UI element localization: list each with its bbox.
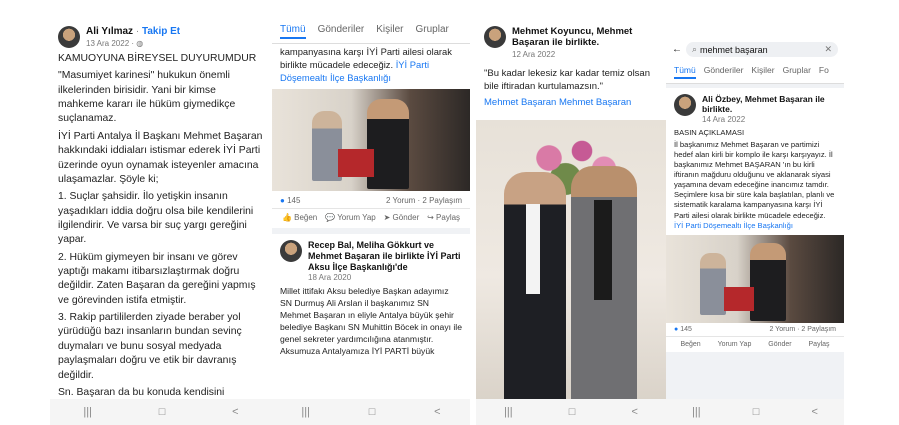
comments-shares[interactable]: 2 Yorum · 2 Paylaşım: [769, 326, 836, 333]
tab-all[interactable]: Tümü: [280, 24, 306, 39]
author-name[interactable]: Ali Özbey, Mehmet Başaran ile birlikte.: [702, 94, 836, 114]
home-icon[interactable]: □: [753, 406, 760, 418]
tab-people[interactable]: Kişiler: [751, 65, 774, 79]
home-icon[interactable]: □: [369, 406, 376, 418]
paragraph: KAMUOYUNA BİREYSEL DUYURUMDUR: [58, 53, 257, 64]
tab-groups[interactable]: Gruplar: [416, 24, 449, 39]
recents-icon[interactable]: |||: [83, 406, 92, 418]
search-tabs: Tümü Gönderiler Kişiler Gruplar: [272, 20, 470, 44]
post-photo-handshake[interactable]: [272, 88, 470, 191]
clear-icon[interactable]: ✕: [824, 44, 832, 55]
comment-button[interactable]: Yorum Yap: [718, 341, 752, 348]
page-link[interactable]: İYİ Parti Döşemealtı İlçe Başkanlığı: [674, 221, 793, 230]
panel-koyuncu-post: Mehmet Koyuncu, Mehmet Başaran ile birli…: [476, 20, 666, 425]
avatar[interactable]: [58, 26, 80, 48]
tab-photos[interactable]: Fo: [819, 65, 829, 79]
tab-all[interactable]: Tümü: [674, 65, 696, 79]
like-button[interactable]: 👍 Beğen: [282, 213, 317, 222]
tab-people[interactable]: Kişiler: [376, 24, 403, 39]
share-button[interactable]: ↪ Paylaş: [427, 213, 460, 222]
reaction-counts: ● 145 2 Yorum · 2 Paylaşım: [666, 323, 844, 336]
home-icon[interactable]: □: [569, 406, 576, 418]
tab-groups[interactable]: Gruplar: [783, 65, 811, 79]
android-navbar: ||| □ <: [476, 399, 666, 425]
paragraph: "Masumiyet karinesi" hukukun önemli ilke…: [58, 70, 236, 125]
send-button[interactable]: Gönder: [768, 341, 791, 348]
author-name[interactable]: Recep Bal, Meliha Gökkurt ve Mehmet Başa…: [308, 240, 462, 272]
home-icon[interactable]: □: [159, 406, 166, 418]
post-heading: BASIN AÇIKLAMASI: [674, 128, 745, 138]
post-date[interactable]: 13 Ara 2022: [86, 39, 129, 48]
avatar[interactable]: [484, 26, 506, 48]
reaction-counts: ● 145 2 Yorum · 2 Paylaşım: [272, 193, 470, 208]
panel-ali-yilmaz-post: Ali Yılmaz · Takip Et 13 Ara 2022 · ◍ KA…: [50, 20, 272, 425]
paragraph: 2. Hüküm giymeyen bir insanı ve görev ya…: [58, 251, 256, 306]
search-icon: ⌕: [692, 44, 698, 54]
android-navbar: ||| □ <: [272, 399, 470, 425]
post-date[interactable]: 18 Ara 2020: [308, 273, 351, 282]
back-arrow-icon[interactable]: ←: [672, 44, 682, 55]
comments-shares[interactable]: 2 Yorum · 2 Paylaşım: [386, 196, 462, 205]
globe-icon: ◍: [136, 39, 144, 48]
follow-button[interactable]: Takip Et: [142, 26, 180, 37]
like-reaction-icon: ●: [280, 195, 285, 205]
post-text: İl başkanımız Mehmet Başaran ve partimiz…: [674, 140, 835, 220]
android-navbar: ||| □ <: [666, 399, 844, 425]
post-photo-two-men[interactable]: [476, 120, 666, 405]
post-card-aksu: Recep Bal, Meliha Gökkurt ve Mehmet Başa…: [272, 233, 470, 404]
avatar[interactable]: [674, 94, 696, 116]
recents-icon[interactable]: |||: [692, 406, 701, 418]
like-button[interactable]: Beğen: [680, 341, 700, 348]
like-reaction-icon: ●: [674, 325, 679, 333]
author-name[interactable]: Mehmet Koyuncu, Mehmet Başaran ile birli…: [512, 26, 658, 49]
author-name[interactable]: Ali Yılmaz: [86, 26, 133, 37]
post-actions: 👍 Beğen 💬 Yorum Yap ➤ Gönder ↪ Paylaş: [272, 207, 470, 226]
post-photo-handshake[interactable]: [666, 234, 844, 323]
tag-links[interactable]: Mehmet Başaran Mehmet Başaran: [484, 96, 658, 109]
paragraph: İYİ Parti Antalya İl Başkanı Mehmet Başa…: [58, 130, 263, 185]
panel-search-results: Tümü Gönderiler Kişiler Gruplar kampanya…: [272, 20, 470, 425]
paragraph: 3. Rakip partililerden ziyade beraber yo…: [58, 312, 242, 381]
send-button[interactable]: ➤ Gönder: [384, 213, 420, 222]
android-navbar: ||| □ <: [50, 399, 272, 425]
search-input[interactable]: mehmet başaran: [700, 45, 824, 55]
post-date[interactable]: 12 Ara 2022: [512, 50, 555, 59]
back-icon[interactable]: <: [232, 406, 238, 418]
avatar[interactable]: [280, 239, 302, 262]
search-bar: ← ⌕ mehmet başaran ✕: [666, 38, 844, 61]
tab-posts[interactable]: Gönderiler: [704, 65, 744, 79]
reaction-count[interactable]: 145: [287, 196, 300, 205]
share-button[interactable]: Paylaş: [809, 341, 830, 348]
post-body: Millet ittifakı Aksu belediye Başkan ada…: [280, 286, 463, 356]
tab-posts[interactable]: Gönderiler: [318, 24, 365, 39]
back-icon[interactable]: <: [812, 406, 818, 418]
back-icon[interactable]: <: [632, 406, 638, 418]
recents-icon[interactable]: |||: [301, 406, 310, 418]
panel-ozbey-post: ← ⌕ mehmet başaran ✕ Tümü Gönderiler Kiş…: [666, 38, 844, 425]
search-tabs: Tümü Gönderiler Kişiler Gruplar Fo: [666, 61, 844, 84]
post-body: KAMUOYUNA BİREYSEL DUYURUMDUR "Masumiyet…: [50, 50, 272, 405]
post-date[interactable]: 14 Ara 2022: [702, 115, 745, 124]
reaction-count[interactable]: 145: [680, 326, 692, 333]
back-icon[interactable]: <: [434, 406, 440, 418]
recents-icon[interactable]: |||: [504, 406, 513, 418]
comment-button[interactable]: 💬 Yorum Yap: [325, 213, 376, 222]
post-text: "Bu kadar lekesiz kar kadar temiz olsan …: [484, 67, 650, 92]
post-header: Ali Yılmaz · Takip Et 13 Ara 2022 · ◍: [50, 20, 272, 50]
paragraph: 1. Suçlar şahsidir. İlo yetişkin insanın…: [58, 191, 254, 246]
post-actions: Beğen Yorum Yap Gönder Paylaş: [666, 335, 844, 352]
